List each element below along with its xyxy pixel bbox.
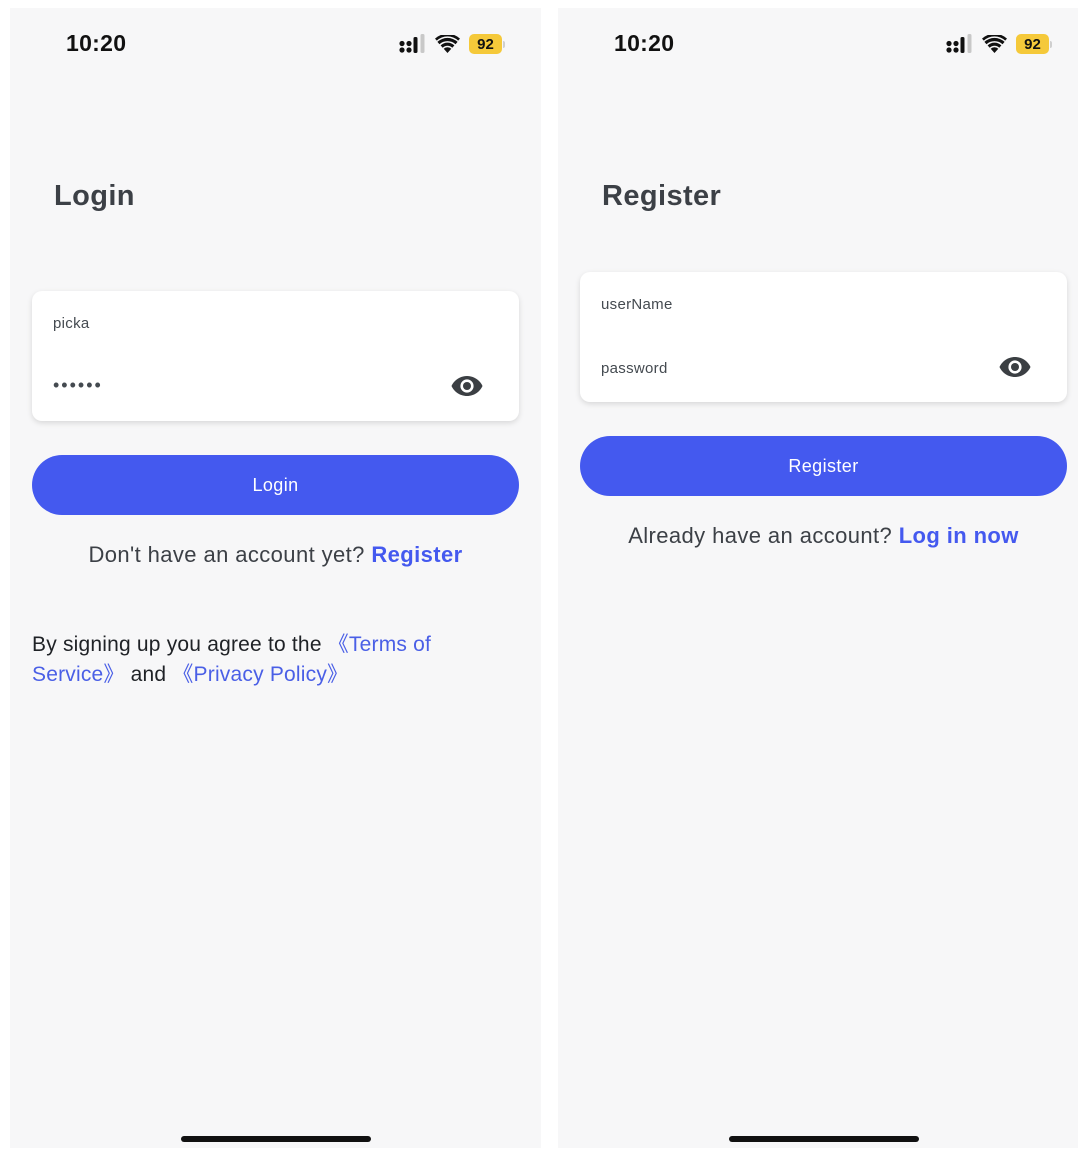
login-button[interactable]: Login bbox=[32, 455, 519, 515]
cellular-signal-icon bbox=[399, 34, 426, 54]
register-button[interactable]: Register bbox=[580, 436, 1067, 496]
register-form-card: userName password bbox=[580, 272, 1067, 402]
battery-icon: 92 bbox=[1016, 34, 1052, 54]
login-prompt-text: Already have an account? bbox=[628, 523, 893, 548]
wifi-icon bbox=[982, 34, 1007, 54]
username-input[interactable]: picka bbox=[53, 315, 90, 332]
register-screen: 10:20 92 Register userName password Regi… bbox=[558, 8, 1078, 1148]
eye-icon[interactable] bbox=[451, 375, 483, 397]
register-link[interactable]: Register bbox=[371, 542, 462, 567]
status-icons: 92 bbox=[946, 33, 1052, 55]
cellular-signal-icon bbox=[946, 34, 973, 54]
login-prompt: Already have an account? Log in now bbox=[558, 523, 1078, 549]
home-indicator[interactable] bbox=[729, 1136, 919, 1142]
page-title: Register bbox=[602, 180, 722, 212]
privacy-policy-link[interactable]: 《Privacy Policy》 bbox=[172, 663, 348, 686]
eye-icon[interactable] bbox=[999, 356, 1031, 378]
login-form-card: picka •••••• bbox=[32, 291, 519, 421]
wifi-icon bbox=[435, 34, 460, 54]
status-time: 10:20 bbox=[66, 30, 127, 56]
register-prompt: Don't have an account yet? Register bbox=[10, 542, 541, 568]
login-screen: 10:20 92 Login picka •••••• Login Don't … bbox=[10, 8, 541, 1148]
home-indicator[interactable] bbox=[181, 1136, 371, 1142]
agreement-text: By signing up you agree to the 《Terms of… bbox=[32, 630, 502, 690]
login-link[interactable]: Log in now bbox=[899, 523, 1019, 548]
status-icons: 92 bbox=[399, 33, 505, 55]
username-input[interactable]: userName bbox=[601, 296, 673, 313]
battery-level: 92 bbox=[1016, 34, 1049, 54]
agreement-conjunction: and bbox=[124, 663, 173, 686]
status-bar: 10:20 92 bbox=[558, 8, 1078, 78]
status-time: 10:20 bbox=[614, 30, 675, 56]
password-input[interactable]: password bbox=[601, 360, 668, 377]
battery-cap bbox=[1050, 40, 1052, 48]
battery-level: 92 bbox=[469, 34, 502, 54]
page-title: Login bbox=[54, 180, 135, 212]
battery-icon: 92 bbox=[469, 34, 505, 54]
status-bar: 10:20 92 bbox=[10, 8, 541, 78]
agreement-prefix: By signing up you agree to the bbox=[32, 633, 328, 656]
password-input[interactable]: •••••• bbox=[53, 375, 103, 396]
battery-cap bbox=[503, 40, 505, 48]
register-prompt-text: Don't have an account yet? bbox=[88, 542, 365, 567]
